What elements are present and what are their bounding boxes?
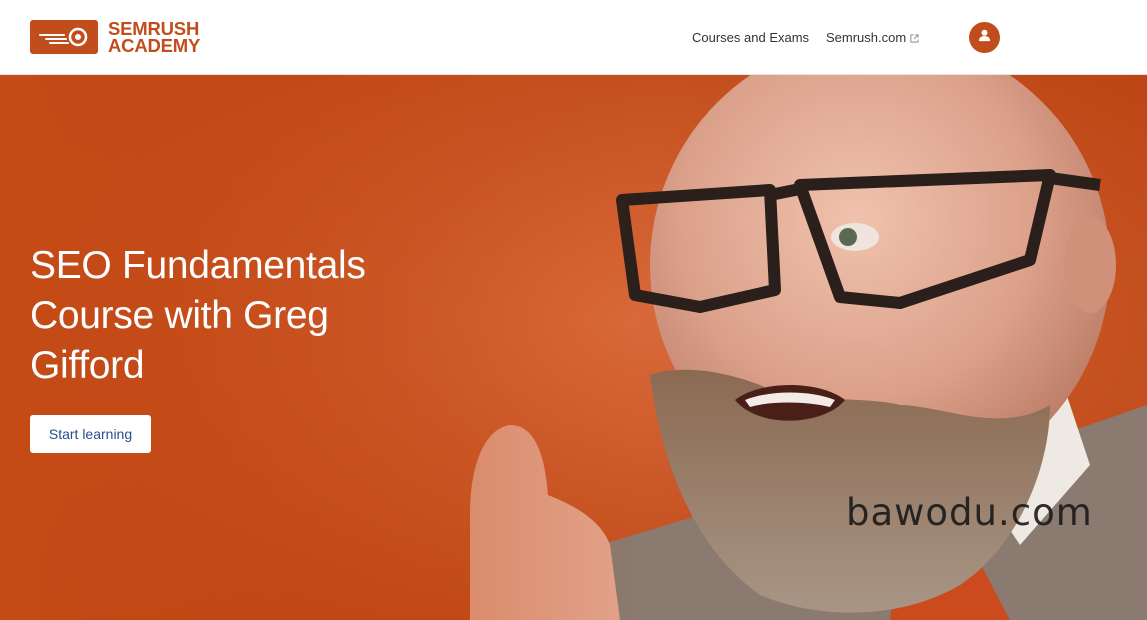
hero-title: SEO Fundamentals Course with Greg Giffor… [30,244,366,387]
nav-semrush-label: Semrush.com [826,30,907,45]
semrush-fireball-icon [30,20,98,54]
semrush-academy-logo[interactable]: SEMRUSH ACADEMY [30,19,200,55]
nav-courses-and-exams[interactable]: Courses and Exams [692,30,809,46]
watermark-text: bawodu.com [846,491,1093,534]
external-link-icon [910,31,919,47]
hero-banner: SEO Fundamentals Course with Greg Giffor… [0,75,1147,620]
user-avatar-button[interactable] [969,22,1000,53]
nav-semrush-com[interactable]: Semrush.com [826,30,919,47]
site-header: SEMRUSH ACADEMY Courses and Exams Semrus… [0,0,1147,75]
logo-line2: ACADEMY [108,35,201,56]
start-learning-button[interactable]: Start learning [30,415,151,453]
logo-text: SEMRUSH ACADEMY [108,19,201,56]
user-icon [978,29,991,47]
